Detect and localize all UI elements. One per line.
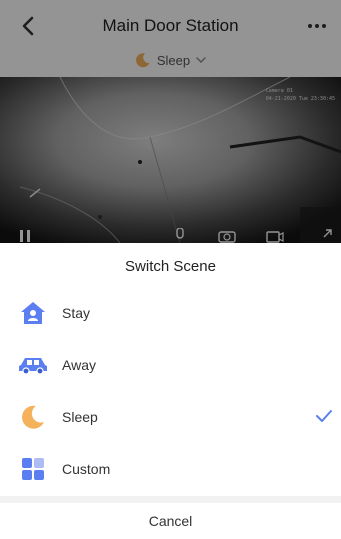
home-person-icon	[18, 298, 48, 328]
car-icon	[18, 350, 48, 380]
cancel-button[interactable]: Cancel	[0, 503, 341, 539]
scene-item-away[interactable]: Away	[0, 339, 341, 391]
custom-blocks-icon	[18, 454, 48, 484]
scene-item-stay[interactable]: Stay	[0, 287, 341, 339]
app-root: Main Door Station Sleep Camera 01 04-21-…	[0, 0, 341, 539]
scene-item-label: Stay	[62, 305, 91, 321]
scene-item-label: Away	[62, 357, 96, 373]
modal-backdrop[interactable]	[0, 0, 341, 243]
checkmark-icon	[316, 410, 332, 422]
scene-item-label: Custom	[62, 461, 111, 477]
moon-icon	[18, 402, 48, 432]
scene-item-sleep[interactable]: Sleep	[0, 391, 341, 443]
sheet-divider	[0, 496, 341, 503]
switch-scene-sheet: Switch Scene Stay Away Sleep Custom Canc…	[0, 243, 341, 539]
scene-item-label: Sleep	[62, 409, 98, 425]
sheet-title: Switch Scene	[125, 258, 216, 275]
scene-item-custom[interactable]: Custom	[0, 443, 341, 495]
